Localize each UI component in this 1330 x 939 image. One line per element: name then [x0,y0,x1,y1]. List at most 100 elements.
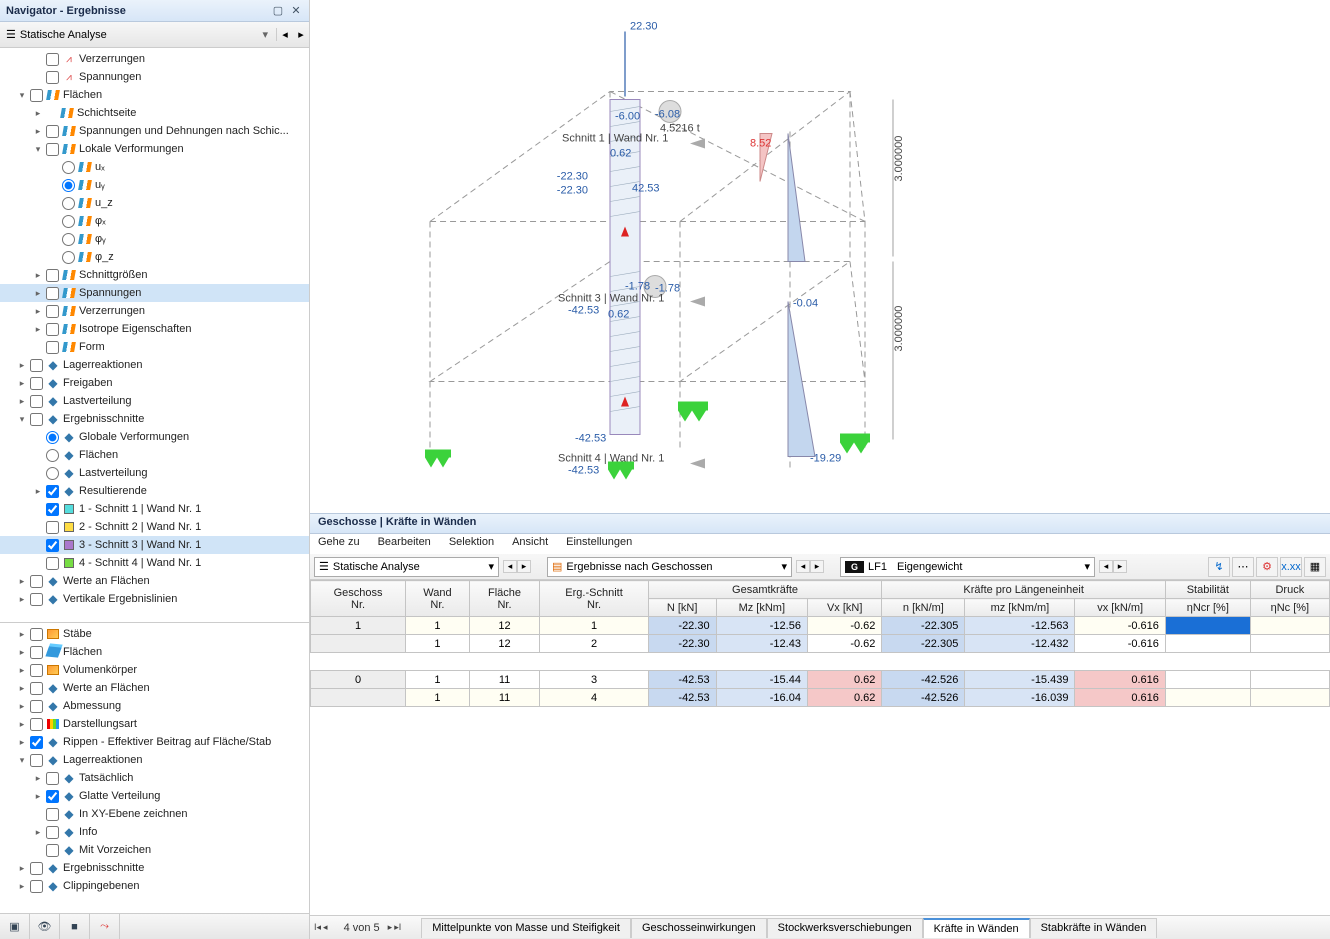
tree-item[interactable]: ◆Flächen [0,446,309,464]
hdr-stab[interactable]: Stabilität [1165,581,1250,599]
tree-item[interactable]: ◆Globale Verformungen [0,428,309,446]
pin-icon[interactable]: ▢ [271,4,285,18]
tree-radio[interactable] [62,215,75,228]
hdr-flaeche[interactable]: Fläche Nr. [469,581,540,617]
prev-icon[interactable]: ◂ [277,28,293,41]
hdr-druck[interactable]: Druck [1250,581,1329,599]
tree-checkbox[interactable] [46,557,59,570]
table-row[interactable]: 1114-42.53-16.040.62-42.526-16.0390.616 [311,689,1330,707]
tree-checkbox[interactable] [46,772,59,785]
tree-item[interactable]: ▸Schnittgrößen [0,266,309,284]
tree-checkbox[interactable] [30,700,43,713]
tree-item[interactable]: ▸Darstellungsart [0,715,309,733]
tree-item[interactable]: 2 - Schnitt 2 | Wand Nr. 1 [0,518,309,536]
tree-checkbox[interactable] [46,485,59,498]
prev-icon[interactable]: ◂ [796,560,810,573]
tree-item[interactable]: ▸◆Info [0,823,309,841]
tree-checkbox[interactable] [30,89,43,102]
tree-toggle-icon[interactable]: ▸ [16,737,28,748]
tree-item[interactable]: ▸◆Resultierende [0,482,309,500]
hdr-geschoss[interactable]: Geschoss Nr. [311,581,406,617]
tree-checkbox[interactable] [30,395,43,408]
tree-checkbox[interactable] [30,646,43,659]
tree-item[interactable]: ▾Flächen [0,86,309,104]
tree-toggle-icon[interactable]: ▸ [16,594,28,605]
tree-radio[interactable] [62,233,75,246]
tree-toggle-icon[interactable]: ▸ [32,288,44,299]
tree-checkbox[interactable] [30,754,43,767]
tree-item[interactable]: uᵧ [0,176,309,194]
hdr-schnitt[interactable]: Erg.-Schnitt Nr. [540,581,648,617]
tree-item[interactable]: 3 - Schnitt 3 | Wand Nr. 1 [0,536,309,554]
tree-item[interactable]: ▸Flächen [0,643,309,661]
tree-toggle-icon[interactable]: ▸ [16,647,28,658]
tree-item[interactable]: φₓ [0,212,309,230]
tree-checkbox[interactable] [46,305,59,318]
table-tab[interactable]: Mittelpunkte von Masse und Steifigkeit [421,918,631,938]
tree-checkbox[interactable] [30,628,43,641]
tree-checkbox[interactable] [30,359,43,372]
tree-radio[interactable] [62,251,75,264]
tree-item[interactable]: uₓ [0,158,309,176]
tree-checkbox[interactable] [46,125,59,138]
table-tab[interactable]: Stockwerksverschiebungen [767,918,923,938]
chart-icon[interactable]: ⤳ [90,914,120,939]
tree-radio[interactable] [62,161,75,174]
tree-toggle-icon[interactable]: ▸ [32,791,44,802]
tree-checkbox[interactable] [30,682,43,695]
tree-checkbox[interactable] [30,736,43,749]
tree-item[interactable]: ▾Lokale Verformungen [0,140,309,158]
tree-checkbox[interactable] [46,143,59,156]
tree-item[interactable]: u_z [0,194,309,212]
model-viewport[interactable]: 3.000000 3.000000 [310,0,1330,513]
tree-item[interactable]: ⩘Verzerrungen [0,50,309,68]
tree-checkbox[interactable] [46,826,59,839]
tree-toggle-icon[interactable]: ▸ [32,108,44,119]
tree-toggle-icon[interactable]: ▸ [32,126,44,137]
tree-item[interactable]: ▸Schichtseite [0,104,309,122]
tree-checkbox[interactable] [46,341,59,354]
tool-c-icon[interactable]: ▦ [1304,557,1326,577]
tree-checkbox[interactable] [30,880,43,893]
table-tab[interactable]: Geschosseinwirkungen [631,918,767,938]
hdr-wand[interactable]: Wand Nr. [406,581,470,617]
tree-toggle-icon[interactable]: ▾ [16,90,28,101]
tree-item[interactable]: ▸◆Abmessung [0,697,309,715]
tree-toggle-icon[interactable]: ▸ [32,306,44,317]
chevron-down-icon[interactable]: ▾ [262,28,268,41]
prev-icon[interactable]: ◂ [1099,560,1113,573]
tree-checkbox[interactable] [30,664,43,677]
menu-item[interactable]: Selektion [449,536,494,552]
forces-table[interactable]: Geschoss Nr. Wand Nr. Fläche Nr. Erg.-Sc… [310,580,1330,707]
last-icon[interactable]: ▸I [394,922,401,933]
tree-toggle-icon[interactable]: ▸ [32,324,44,335]
tool-b-icon[interactable]: x.xx [1280,557,1302,577]
tree-checkbox[interactable] [30,593,43,606]
tree-toggle-icon[interactable]: ▸ [16,863,28,874]
prev-icon[interactable]: ◂ [503,560,517,573]
tree-toggle-icon[interactable]: ▸ [16,378,28,389]
tree-item[interactable]: ▸Stäbe [0,625,309,643]
tree-item[interactable]: ▸◆Werte an Flächen [0,679,309,697]
tree-item[interactable]: Form [0,338,309,356]
table-tab[interactable]: Stabkräfte in Wänden [1030,918,1158,938]
tree-toggle-icon[interactable]: ▸ [16,629,28,640]
tree-toggle-icon[interactable]: ▸ [16,360,28,371]
tree-item[interactable]: ▾◆Lagerreaktionen [0,751,309,769]
tree-checkbox[interactable] [46,269,59,282]
tree-toggle-icon[interactable]: ▸ [16,665,28,676]
tree-checkbox[interactable] [46,323,59,336]
tree-item[interactable]: ▸◆Freigaben [0,374,309,392]
next-icon[interactable]: ▸ [810,560,824,573]
navigator-tree-results[interactable]: ⩘Verzerrungen⩘Spannungen▾Flächen▸Schicht… [0,48,309,622]
tree-item[interactable]: ◆Mit Vorzeichen [0,841,309,859]
results-by-dropdown[interactable]: ▤ Ergebnisse nach Geschossen ▾ [547,557,792,577]
next-icon[interactable]: ▸ [517,560,531,573]
tree-item[interactable]: ▸◆Lagerreaktionen [0,356,309,374]
tree-toggle-icon[interactable]: ▸ [32,486,44,497]
tree-checkbox[interactable] [46,71,59,84]
loadcase-dropdown[interactable]: G LF1 Eigengewicht ▾ [840,557,1095,577]
tree-radio[interactable] [46,467,59,480]
next-icon[interactable]: ▸ [293,28,309,41]
filter-icon[interactable]: ↯ [1208,557,1230,577]
